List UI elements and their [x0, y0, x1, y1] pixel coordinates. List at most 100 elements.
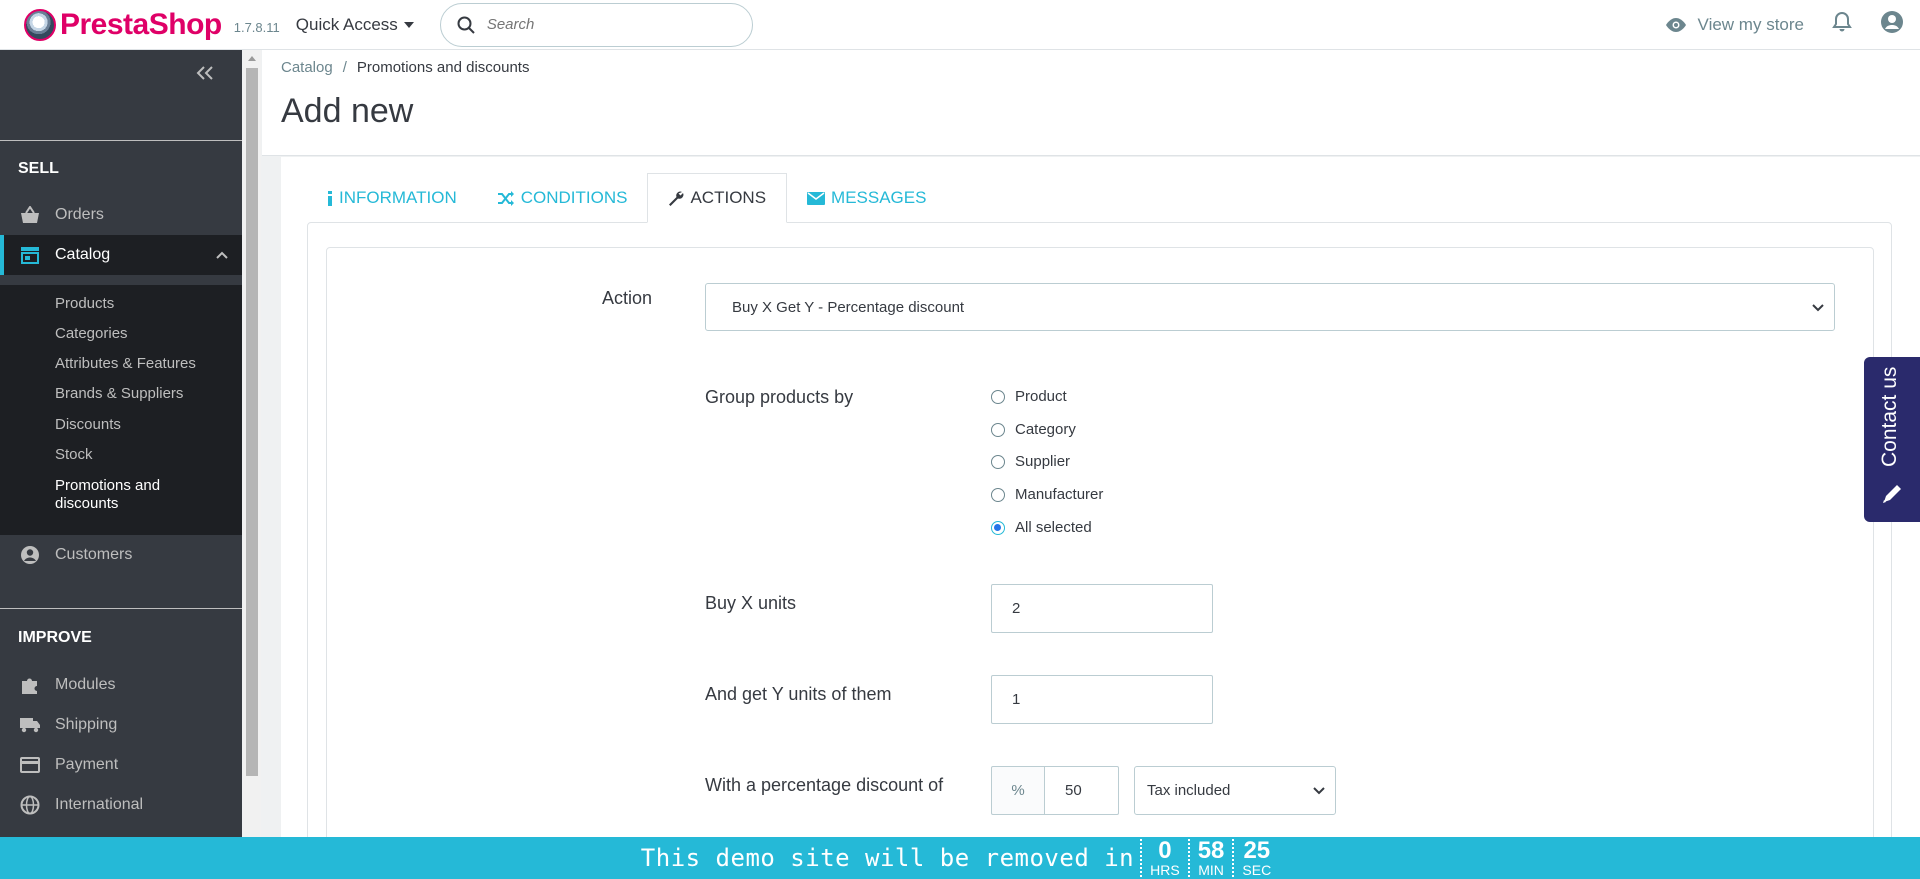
search-icon	[457, 16, 475, 34]
top-header: PrestaShop 1.7.8.11 Quick Access View my…	[0, 0, 1920, 50]
view-store-link[interactable]: View my store	[1664, 15, 1804, 35]
sidebar-item-payment[interactable]: Payment	[0, 745, 242, 785]
radio-button[interactable]	[991, 487, 1005, 502]
sidebar-item-label: Catalog	[55, 246, 111, 263]
eye-icon	[1665, 17, 1686, 32]
tab-bar: INFORMATION CONDITIONS ACTIONS MESSAGES	[307, 173, 946, 223]
radio-button[interactable]	[991, 389, 1005, 404]
action-label: Action	[602, 288, 653, 308]
tab-conditions[interactable]: CONDITIONS	[477, 173, 648, 223]
breadcrumb-link-catalog[interactable]: Catalog	[281, 59, 333, 76]
countdown-hours-value: 0	[1158, 837, 1172, 864]
submenu-item-brands[interactable]: Brands & Suppliers	[55, 385, 183, 402]
sidebar-item-label: Shipping	[55, 716, 118, 733]
prestashop-logo-icon	[24, 8, 56, 41]
sidebar-item-modules[interactable]: Modules	[0, 665, 242, 705]
sidebar-divider	[0, 140, 242, 141]
tax-select[interactable]: Tax included	[1134, 766, 1336, 815]
contact-us-label: Contact us	[1878, 366, 1901, 467]
submenu-item-stock[interactable]: Stock	[55, 446, 93, 463]
search-box[interactable]	[439, 2, 753, 47]
page-header: Catalog / Promotions and discounts Add new	[262, 50, 1920, 156]
envelope-icon	[807, 191, 826, 205]
radio-group-category[interactable]: Category	[991, 421, 1076, 438]
radio-group-product[interactable]: Product	[991, 388, 1067, 405]
wrench-icon	[669, 191, 684, 206]
tab-messages[interactable]: MESSAGES	[787, 173, 946, 223]
radio-label: Product	[1015, 388, 1067, 405]
percentage-input[interactable]	[1044, 766, 1119, 815]
chevron-down-icon	[1812, 299, 1824, 316]
sidebar-divider	[0, 608, 242, 609]
sidebar-item-label: Payment	[55, 756, 119, 773]
demo-banner-text: This demo site will be removed in	[640, 844, 1135, 872]
sidebar-item-catalog[interactable]: Catalog	[0, 235, 242, 275]
tab-label: MESSAGES	[831, 188, 927, 207]
buy-x-input[interactable]	[991, 584, 1213, 633]
tab-information[interactable]: INFORMATION	[307, 173, 477, 223]
countdown-seconds: 25 SEC	[1232, 839, 1279, 877]
sidebar-item-international[interactable]: International	[0, 785, 242, 825]
scrollbar-thumb[interactable]	[246, 68, 258, 776]
submenu-item-categories[interactable]: Categories	[55, 325, 128, 342]
action-select[interactable]: Buy X Get Y - Percentage discount	[705, 283, 1835, 331]
info-icon	[328, 190, 332, 206]
submenu-item-discounts[interactable]: Discounts	[55, 416, 121, 433]
notifications-bell-icon[interactable]	[1832, 11, 1852, 38]
sidebar-item-orders[interactable]: Orders	[0, 195, 242, 235]
radio-label: All selected	[1015, 519, 1092, 536]
quick-access-dropdown[interactable]: Quick Access	[296, 15, 414, 35]
countdown-seconds-value: 25	[1243, 837, 1271, 864]
actions-form-panel: Action Buy X Get Y - Percentage discount…	[326, 247, 1874, 867]
radio-group-all-selected[interactable]: All selected	[991, 519, 1092, 536]
submenu-item-products[interactable]: Products	[55, 295, 114, 312]
sidebar-scrollbar[interactable]	[243, 50, 261, 837]
submenu-item-attributes[interactable]: Attributes & Features	[55, 355, 196, 372]
shuffle-icon	[497, 190, 514, 206]
chevron-up-icon	[216, 246, 228, 264]
user-account-icon[interactable]	[1880, 10, 1904, 39]
page-title: Add new	[281, 92, 414, 130]
caret-down-icon	[403, 21, 414, 28]
puzzle-icon	[19, 674, 41, 696]
radio-button[interactable]	[991, 454, 1005, 469]
sidebar-heading-sell: SELL	[18, 160, 59, 177]
percent-addon: %	[991, 766, 1045, 815]
brand-name: PrestaShop	[60, 7, 222, 41]
pencil-icon	[1880, 482, 1904, 511]
submenu-item-promotions[interactable]: Promotions and discounts	[55, 477, 205, 513]
radio-label: Supplier	[1015, 453, 1071, 470]
sidebar-item-customers[interactable]: Customers	[0, 535, 242, 575]
shopping-basket-icon	[19, 204, 41, 226]
action-select-value: Buy X Get Y - Percentage discount	[732, 298, 965, 316]
radio-button-checked[interactable]	[991, 520, 1005, 535]
sidebar-item-shipping[interactable]: Shipping	[0, 705, 242, 745]
breadcrumb-separator: /	[342, 59, 347, 76]
sidebar-item-label: Modules	[55, 676, 116, 693]
breadcrumb: Catalog / Promotions and discounts	[281, 59, 529, 76]
search-input[interactable]	[486, 16, 727, 33]
radio-label: Manufacturer	[1015, 486, 1104, 503]
sidebar-item-label: International	[55, 796, 144, 813]
logo[interactable]: PrestaShop	[24, 8, 222, 42]
tab-actions[interactable]: ACTIONS	[647, 173, 788, 223]
radio-group-supplier[interactable]: Supplier	[991, 453, 1070, 470]
sidebar-heading-improve: IMPROVE	[18, 629, 92, 646]
view-store-label: View my store	[1697, 14, 1804, 34]
quick-access-label: Quick Access	[295, 14, 398, 34]
get-y-input[interactable]	[991, 675, 1213, 724]
sidebar: SELL Orders Catalog Products Categories …	[0, 50, 242, 837]
group-products-label: Group products by	[705, 387, 854, 407]
radio-group-manufacturer[interactable]: Manufacturer	[991, 486, 1103, 503]
globe-icon	[19, 794, 41, 816]
collapse-sidebar-icon[interactable]	[196, 60, 214, 88]
tab-panel-actions: Action Buy X Get Y - Percentage discount…	[307, 222, 1892, 867]
get-y-label: And get Y units of them	[705, 684, 892, 704]
radio-button[interactable]	[991, 422, 1005, 437]
scroll-up-arrow-icon[interactable]	[248, 56, 256, 61]
tab-label: ACTIONS	[690, 188, 767, 207]
sidebar-item-label: Orders	[55, 206, 104, 223]
contact-us-tab[interactable]: Contact us	[1864, 357, 1920, 522]
radio-label: Category	[1015, 421, 1076, 438]
countdown-minutes-value: 58	[1197, 837, 1225, 864]
